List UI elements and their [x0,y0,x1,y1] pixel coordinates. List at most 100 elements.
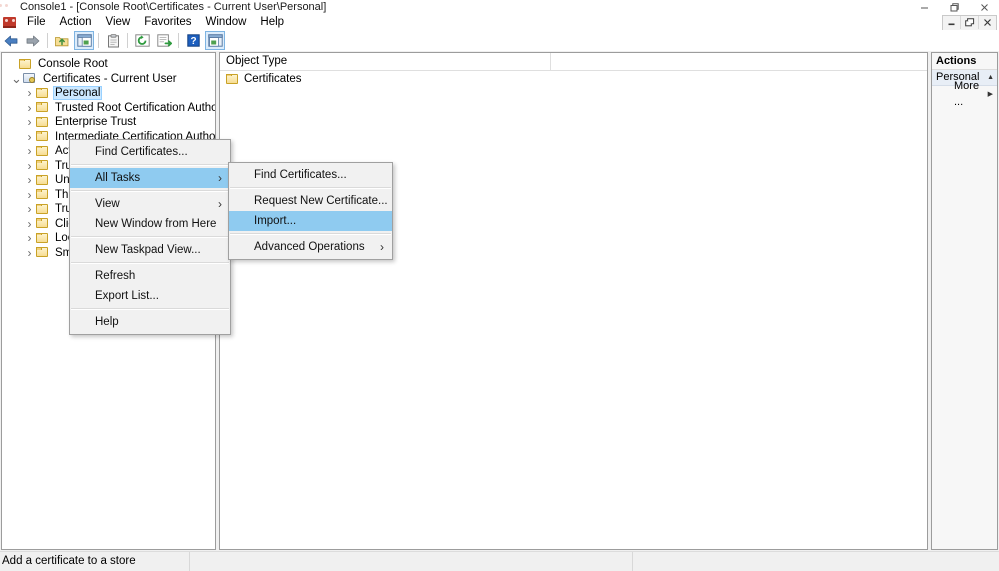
window-controls [909,0,999,14]
minimize-icon[interactable] [909,0,939,14]
folder-icon [36,232,49,244]
folder-icon [36,116,49,128]
context-menu-item[interactable]: Find Certificates... [70,142,230,162]
submenu-item[interactable]: Import... [229,211,392,231]
up-folder-icon[interactable] [52,31,72,50]
tree-item[interactable]: › Trusted Root Certification Authorities [4,101,216,116]
context-menu-item[interactable]: Refresh [70,266,230,286]
workspace: Console Root ⌄ Certificates - Current User… [0,51,999,551]
chevron-right-icon[interactable]: › [23,160,36,172]
mdi-restore-icon[interactable] [961,16,979,29]
mmc-app-icon[interactable] [3,16,17,28]
context-menu-item-label: New Taskpad View... [95,244,201,256]
show-hide-action-pane-icon[interactable] [205,31,225,50]
menu-window[interactable]: Window [199,14,254,30]
folder-icon [36,160,49,171]
list-item[interactable]: Certificates [220,71,927,87]
context-menu-item[interactable]: Help [70,312,230,332]
column-header-filler [551,53,927,70]
triangle-right-icon: ▶ [987,90,993,98]
mdi-close-icon[interactable] [979,16,996,29]
export-list-icon[interactable] [154,31,174,50]
menu-separator [71,262,229,264]
submenu-item-label: Request New Certificate... [254,195,388,207]
chevron-up-icon[interactable]: ▲ [987,74,994,81]
folder-icon [36,87,49,99]
context-menu-item-label: Help [95,316,119,328]
tree-item[interactable]: › Personal [4,86,215,101]
back-arrow-icon[interactable] [1,31,21,50]
context-menu-item[interactable]: View › [70,194,230,214]
chevron-right-icon[interactable]: › [23,189,36,201]
chevron-right-icon: › [218,197,222,211]
tree-item-label: Certificates - Current User [43,72,177,85]
chevron-right-icon[interactable]: › [23,232,36,244]
chevron-right-icon: › [380,240,384,254]
folder-icon [226,73,239,85]
folder-icon [36,131,49,142]
context-menu-item[interactable]: New Window from Here [70,214,230,234]
tree-item-label: Console Root [38,58,108,71]
context-submenu-all-tasks[interactable]: Find Certificates... Request New Certific… [228,162,393,260]
submenu-item[interactable]: Find Certificates... [229,165,392,185]
mdi-minimize-icon[interactable] [943,16,961,29]
toolbar-separator [127,33,128,48]
chevron-right-icon[interactable]: › [23,116,36,128]
folder-icon [36,145,49,157]
chevron-right-icon[interactable]: › [23,203,36,215]
submenu-item-label: Import... [254,215,297,227]
submenu-item[interactable]: Request New Certificate... [229,191,392,211]
folder-icon [36,189,49,200]
show-hide-tree-icon[interactable] [74,31,94,50]
certificates-icon [23,72,37,85]
toolbar: ? [0,30,999,52]
action-item-label: More ... [954,80,980,108]
mdi-window-controls [942,15,997,31]
context-menu-item-label: All Tasks [95,172,141,184]
window-title: Console1 - [Console Root\Certificates - … [20,1,327,13]
title-bar: Console1 - [Console Root\Certificates - … [0,0,999,14]
svg-text:?: ? [190,36,196,47]
tree-item[interactable]: ⌄ Certificates - Current User [4,72,215,87]
menu-separator [71,308,229,310]
properties-icon[interactable] [103,31,123,50]
status-bar-segment-3 [633,552,999,571]
chevron-right-icon[interactable]: › [23,87,36,99]
action-item-more[interactable]: More ... ▶ [932,80,997,108]
submenu-item[interactable]: Advanced Operations › [229,237,392,257]
status-bar-text: Add a certificate to a store [0,552,190,571]
chevron-down-icon[interactable]: ⌄ [10,72,23,85]
chevron-right-icon[interactable]: › [23,174,36,186]
restore-icon[interactable] [939,0,969,14]
column-header-object-type[interactable]: Object Type [220,53,551,70]
context-menu-item[interactable]: Export List... [70,286,230,306]
menu-separator [71,164,229,166]
folder-icon [36,218,49,229]
toolbar-separator [178,33,179,48]
menu-file[interactable]: File [20,14,53,30]
context-menu[interactable]: Find Certificates... All Tasks › View › New W… [69,139,231,335]
tree-item-label: Trusted Root Certification Authorities [55,101,216,114]
chevron-right-icon: › [218,171,222,185]
menu-help[interactable]: Help [253,14,291,30]
forward-arrow-icon[interactable] [23,31,43,50]
tree-item[interactable]: Console Root [4,57,215,72]
result-list-pane: Object Type Certificates [219,52,928,550]
context-menu-item[interactable]: New Taskpad View... [70,240,230,260]
refresh-icon[interactable] [132,31,152,50]
menu-view[interactable]: View [99,14,138,30]
list-column-header: Object Type [220,53,927,71]
menu-favorites[interactable]: Favorites [137,14,198,30]
help-icon[interactable]: ? [183,31,203,50]
chevron-right-icon[interactable]: › [23,102,36,114]
actions-pane-title: Actions [932,53,997,70]
chevron-right-icon[interactable]: › [23,131,36,143]
chevron-right-icon[interactable]: › [23,247,36,259]
chevron-right-icon[interactable]: › [23,218,36,230]
chevron-right-icon[interactable]: › [23,145,36,157]
tree-item[interactable]: › Enterprise Trust [4,115,215,130]
context-menu-item[interactable]: All Tasks › [70,168,230,188]
close-icon[interactable] [969,0,999,14]
menu-action[interactable]: Action [53,14,99,30]
tree-item-label: Enterprise Trust [55,116,137,129]
